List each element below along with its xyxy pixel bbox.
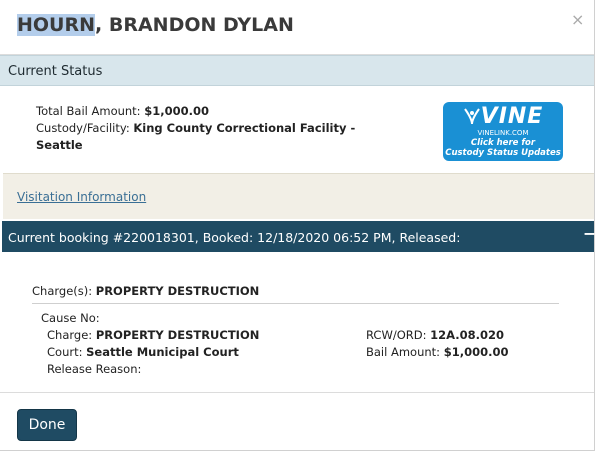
total-bail-row: Total Bail Amount: $1,000.00: [36, 104, 209, 118]
collapse-icon[interactable]: −: [583, 224, 595, 243]
title-first-names: , BRANDON DYLAN: [95, 14, 294, 36]
done-button[interactable]: Done: [17, 409, 77, 441]
inmate-details-modal: HOURN, BRANDON DYLAN × Current Status To…: [0, 0, 595, 451]
charge-value: PROPERTY DESTRUCTION: [95, 328, 260, 342]
charge-row: Charge: PROPERTY DESTRUCTION: [47, 328, 259, 342]
vine-logo: VINE: [443, 104, 563, 129]
rcw-value: 12A.08.020: [430, 328, 504, 342]
bail-value: $1,000.00: [443, 345, 509, 359]
charges-value: PROPERTY DESTRUCTION: [95, 284, 260, 298]
booking-header-text: Current booking #220018301, Booked: 12/1…: [8, 230, 461, 245]
current-status-header: Current Status: [0, 55, 594, 86]
vine-cta: Click here for Custody Status Updates: [443, 138, 563, 158]
facility-label: Custody/Facility:: [36, 121, 130, 135]
rcw-label: RCW/ORD:: [366, 328, 427, 342]
modal-title: HOURN, BRANDON DYLAN: [17, 14, 294, 36]
court-row: Court: Seattle Municipal Court: [47, 345, 239, 359]
vine-custody-button[interactable]: VINE VINELINK.COM Click here for Custody…: [443, 102, 563, 161]
total-bail-label: Total Bail Amount:: [36, 104, 141, 118]
visitation-link[interactable]: Visitation Information: [17, 190, 146, 204]
cause-no-label: Cause No:: [41, 311, 100, 325]
bail-label: Bail Amount:: [366, 345, 441, 359]
charges-label: Charge(s):: [32, 284, 93, 298]
title-last-name: HOURN: [17, 14, 96, 36]
vine-cta-line1: Click here for: [470, 138, 536, 148]
vine-leaf-icon: [463, 108, 480, 125]
vine-site: VINELINK.COM: [477, 129, 529, 137]
facility-row-cont: Seattle: [36, 138, 83, 152]
vine-logo-text: VINE: [480, 104, 544, 129]
court-value: Seattle Municipal Court: [86, 345, 239, 359]
charges-divider: [32, 303, 559, 304]
current-status-heading: Current Status: [8, 64, 103, 79]
visitation-section: Visitation Information: [3, 173, 594, 219]
booking-header[interactable]: Current booking #220018301, Booked: 12/1…: [2, 221, 595, 252]
facility-value-line2: Seattle: [36, 138, 83, 152]
facility-row: Custody/Facility: King County Correction…: [36, 121, 355, 135]
close-icon[interactable]: ×: [571, 12, 584, 28]
rcw-row: RCW/ORD: 12A.08.020: [366, 328, 504, 342]
footer-divider: [0, 392, 594, 393]
charge-label: Charge:: [47, 328, 93, 342]
bail-row: Bail Amount: $1,000.00: [366, 345, 508, 359]
court-label: Court:: [47, 345, 83, 359]
total-bail-value: $1,000.00: [144, 104, 209, 118]
release-reason-label: Release Reason:: [47, 362, 142, 376]
charges-row: Charge(s): PROPERTY DESTRUCTION: [32, 284, 259, 298]
facility-value-line1: King County Correctional Facility -: [133, 121, 356, 135]
vine-cta-line2: Custody Status Updates: [445, 148, 561, 158]
